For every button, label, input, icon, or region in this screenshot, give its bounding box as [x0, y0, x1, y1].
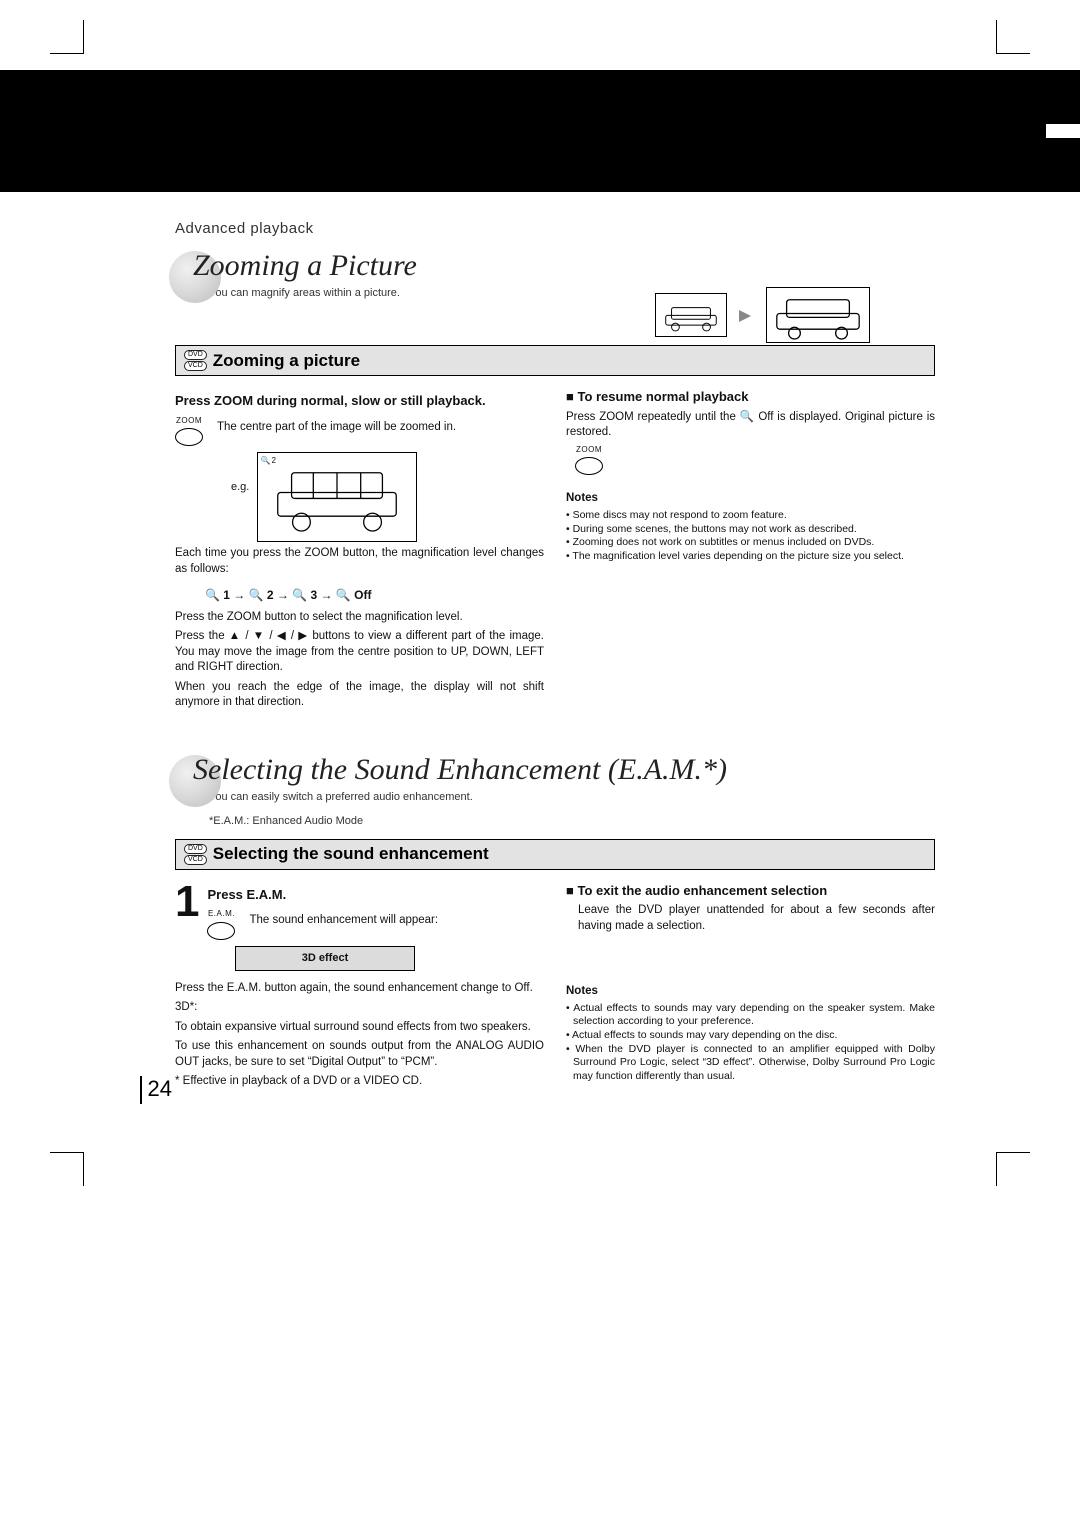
magnify-level-tag: 2	[261, 456, 276, 467]
eam-3d-label: 3D*:	[175, 1000, 544, 1016]
format-badge-dvd: DVD	[184, 350, 207, 360]
zoom-step-title: Press ZOOM during normal, slow or still …	[175, 392, 544, 410]
exit-text: Leave the DVD player unattended for abou…	[566, 903, 935, 934]
note-item: The magnification level varies depending…	[566, 550, 935, 564]
note-item: During some scenes, the buttons may not …	[566, 523, 935, 537]
crop-mark	[50, 20, 84, 54]
page-number: 24	[140, 1076, 172, 1104]
crop-mark	[996, 1152, 1030, 1186]
eam-button-icon: E.A.M.	[207, 909, 235, 940]
note-item: When the DVD player is connected to an a…	[566, 1043, 935, 1084]
crop-mark	[50, 1152, 84, 1186]
resume-text: Press ZOOM repeatedly until the 🔍 Off is…	[566, 410, 935, 441]
zoom-notes-list: Some discs may not respond to zoom featu…	[566, 509, 935, 564]
magnification-sequence: 🔍 1 → 🔍 2 → 🔍 3 → 🔍 Off	[205, 587, 544, 603]
eam-p-pcm: To use this enhancement on sounds output…	[175, 1039, 544, 1070]
eam-step-desc: The sound enhancement will appear:	[249, 913, 544, 929]
zoom-illustration	[655, 287, 935, 347]
format-badge-vcd: VCD	[184, 361, 207, 371]
format-badge-dvd: DVD	[184, 844, 207, 854]
zoom-button-icon: ZOOM	[175, 416, 203, 447]
bar-heading-zoom: DVD VCD Zooming a picture	[175, 345, 935, 376]
zoom-button-icon: ZOOM	[572, 445, 606, 476]
note-item: Some discs may not respond to zoom featu…	[566, 509, 935, 523]
zoom-p-edge: When you reach the edge of the image, th…	[175, 680, 544, 711]
header-black-bar	[0, 70, 1080, 192]
osd-display: 3D effect	[235, 946, 415, 971]
section-title-eam: Selecting the Sound Enhancement (E.A.M.*…	[175, 753, 935, 787]
eam-p-again: Press the E.A.M. button again, the sound…	[175, 981, 544, 997]
zoom-p-arrows: Press the ▲ / ▼ / ◀ / ▶ buttons to view …	[175, 629, 544, 676]
notes-heading: Notes	[566, 984, 935, 1000]
exit-heading: To exit the audio enhancement selection	[566, 882, 935, 900]
eam-step-title: Press E.A.M.	[207, 886, 544, 904]
resume-heading: To resume normal playback	[566, 388, 935, 406]
eam-p-eff: * Effective in playback of a DVD or a VI…	[175, 1074, 544, 1090]
section-title-zoom: Zooming a Picture	[175, 249, 935, 283]
note-item: Zooming does not work on subtitles or me…	[566, 536, 935, 550]
note-item: Actual effects to sounds may vary depend…	[566, 1002, 935, 1029]
zoom-step-desc: The centre part of the image will be zoo…	[217, 420, 544, 436]
section-subtitle-eam: You can easily switch a preferred audio …	[209, 791, 935, 803]
eam-footnote: *E.A.M.: Enhanced Audio Mode	[209, 815, 935, 827]
note-item: Actual effects to sounds may vary depend…	[566, 1029, 935, 1043]
eam-notes-list: Actual effects to sounds may vary depend…	[566, 1002, 935, 1084]
notes-heading: Notes	[566, 491, 935, 507]
step-number: 1	[175, 880, 199, 924]
crop-mark	[996, 20, 1030, 54]
breadcrumb: Advanced playback	[175, 220, 935, 237]
zoom-p-each: Each time you press the ZOOM button, the…	[175, 546, 544, 577]
bar-heading-eam: DVD VCD Selecting the sound enhancement	[175, 839, 935, 870]
eam-p-3d: To obtain expansive virtual surround sou…	[175, 1020, 544, 1036]
eg-label: e.g.	[231, 480, 249, 495]
zoom-arrow-icon	[739, 308, 753, 322]
format-badge-vcd: VCD	[184, 855, 207, 865]
zoom-p-select: Press the ZOOM button to select the magn…	[175, 610, 544, 626]
